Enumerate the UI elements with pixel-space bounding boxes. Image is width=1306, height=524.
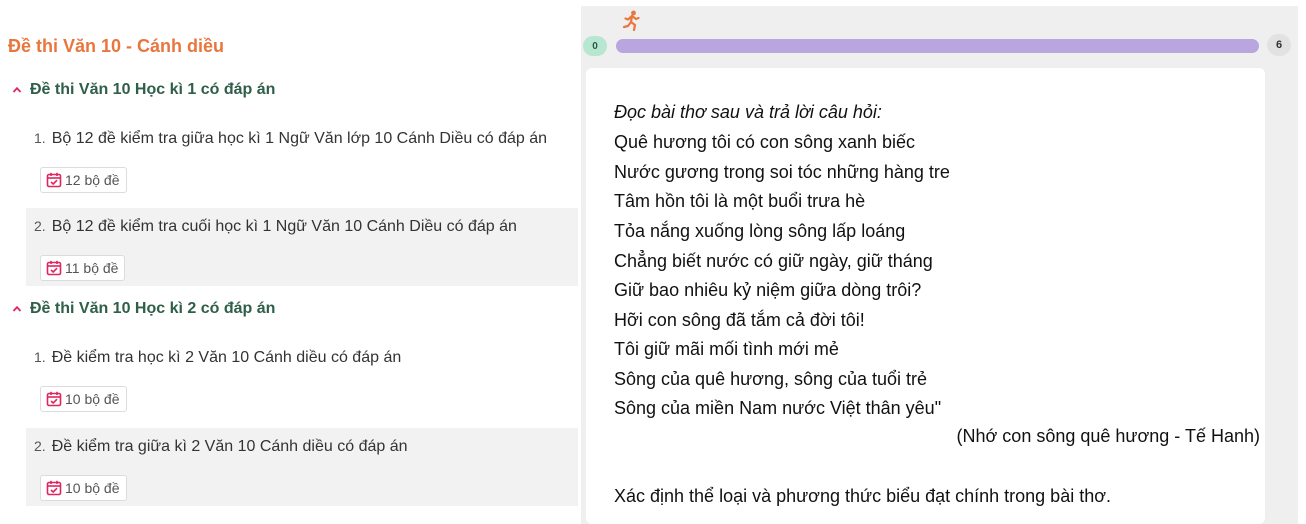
exam-list-panel: Đề thi Văn 10 - Cánh diều Đề thi Văn 10 … [0, 0, 578, 524]
item-number: 2. [34, 438, 46, 454]
list-item[interactable]: 1. Đề kiểm tra học kì 2 Văn 10 Cánh diều … [26, 339, 578, 417]
item-title: Bộ 12 đề kiểm tra cuối học kì 1 Ngữ Văn … [51, 218, 517, 235]
list-item[interactable]: 1. Bộ 12 đề kiểm tra giữa học kì 1 Ngữ Vă… [26, 120, 578, 198]
poem-line: Chẳng biết nước có giữ ngày, giữ tháng [614, 251, 933, 271]
chevron-up-icon [12, 86, 22, 93]
count-label: 12 bộ đề [65, 172, 120, 188]
count-badge: 12 bộ đề [40, 167, 127, 193]
calendar-check-icon [46, 480, 62, 496]
section-header-label: Đề thi Văn 10 Học kì 2 có đáp án [30, 300, 276, 317]
poem-line: Quê hương tôi có con sông xanh biếc [614, 132, 916, 152]
list-item[interactable]: 2. Đề kiểm tra giữa kì 2 Văn 10 Cánh diều… [26, 428, 578, 506]
exam-link[interactable]: 2. Bộ 12 đề kiểm tra cuối học kì 1 Ngữ Vă… [34, 218, 517, 236]
poem-line: Sông của quê hương, sông của tuổi trẻ [614, 369, 928, 389]
poem-line: Tôi giữ mãi mối tình mới mẻ [614, 339, 839, 359]
question-intro: Đọc bài thơ sau và trả lời câu hỏi: [614, 102, 882, 122]
item-title: Đề kiểm tra học kì 2 Văn 10 Cánh diều có… [51, 349, 402, 366]
calendar-check-icon [46, 260, 62, 276]
section-header-hk1[interactable]: Đề thi Văn 10 Học kì 1 có đáp án [12, 81, 275, 99]
poem-line: Nước gương trong soi tóc những hàng tre [614, 162, 950, 182]
progress-start-badge: 0 [583, 36, 607, 56]
poem-line: Sông của miền Nam nước Việt thân yêu" [614, 398, 942, 418]
item-title: Bộ 12 đề kiểm tra giữa học kì 1 Ngữ Văn … [51, 130, 547, 147]
exam-link[interactable]: 2. Đề kiểm tra giữa kì 2 Văn 10 Cánh diều… [34, 438, 408, 456]
item-number: 1. [34, 349, 46, 365]
poem-attribution: (Nhớ con sông quê hương - Tế Hanh) [956, 426, 1261, 446]
progress-bar [616, 39, 1259, 53]
count-badge: 11 bộ đề [40, 255, 126, 281]
count-label: 10 bộ đề [65, 391, 120, 407]
quiz-panel: 0 6 Đọc bài thơ sau và trả lời câu hỏi: … [581, 6, 1298, 524]
count-badge: 10 bộ đề [40, 386, 127, 412]
progress-end-badge: 6 [1267, 34, 1291, 56]
poem-line: Hỡi con sông đã tắm cả đời tôi! [614, 310, 865, 330]
count-label: 11 bộ đề [65, 260, 119, 276]
question-prompt: Xác định thể loại và phương thức biểu đạ… [614, 486, 1112, 506]
exam-link[interactable]: 1. Bộ 12 đề kiểm tra giữa học kì 1 Ngữ Vă… [34, 130, 547, 148]
poem-line: Tỏa nắng xuống lòng sông lấp loáng [614, 221, 906, 241]
item-number: 2. [34, 218, 46, 234]
item-number: 1. [34, 130, 46, 146]
section-header-hk2[interactable]: Đề thi Văn 10 Học kì 2 có đáp án [12, 300, 275, 318]
question-card: Đọc bài thơ sau và trả lời câu hỏi: Quê … [586, 68, 1265, 524]
count-label: 10 bộ đề [65, 480, 120, 496]
item-title: Đề kiểm tra giữa kì 2 Văn 10 Cánh diều c… [51, 438, 408, 455]
page-title: Đề thi Văn 10 - Cánh diều [8, 36, 225, 56]
poem-line: Tâm hồn tôi là một buổi trưa hè [614, 191, 866, 211]
exam-link[interactable]: 1. Đề kiểm tra học kì 2 Văn 10 Cánh diều … [34, 349, 401, 367]
count-badge: 10 bộ đề [40, 475, 127, 501]
list-item[interactable]: 2. Bộ 12 đề kiểm tra cuối học kì 1 Ngữ Vă… [26, 208, 578, 286]
calendar-check-icon [46, 172, 62, 188]
running-person-icon [622, 10, 640, 32]
calendar-check-icon [46, 391, 62, 407]
poem-line: Giữ bao nhiêu kỷ niệm giữa dòng trôi? [614, 280, 922, 300]
section-header-label: Đề thi Văn 10 Học kì 1 có đáp án [30, 81, 276, 98]
chevron-up-icon [12, 305, 22, 312]
